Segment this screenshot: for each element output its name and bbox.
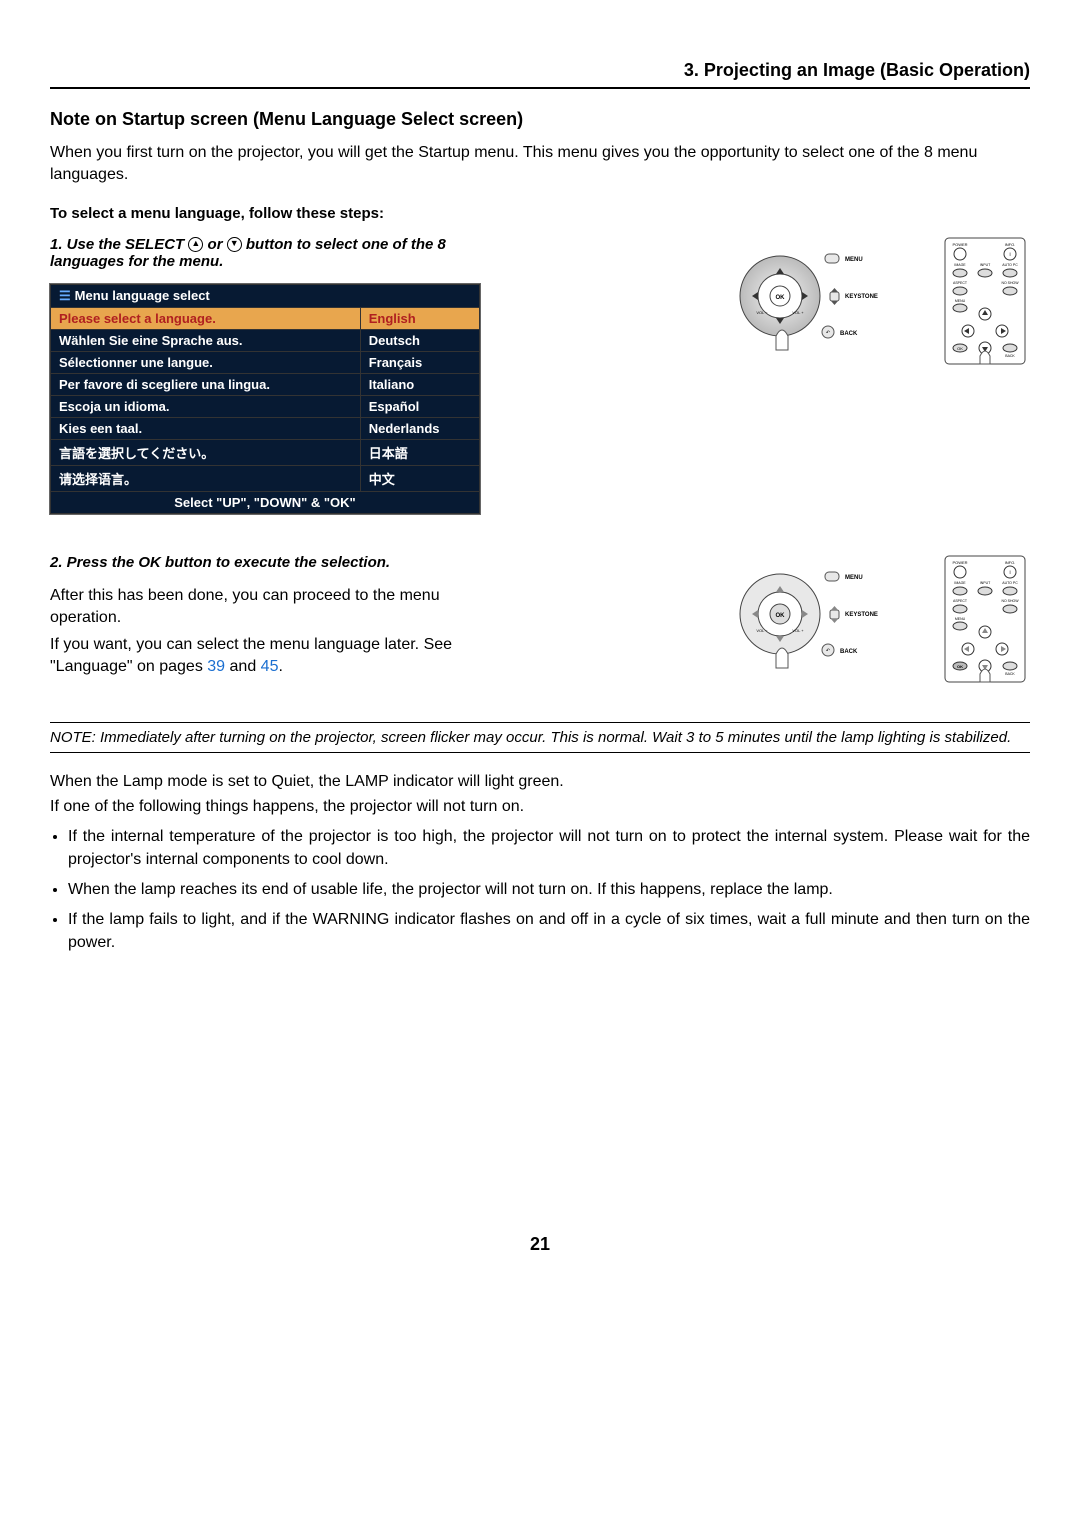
- menu-lang: Italiano: [360, 373, 479, 395]
- svg-text:KEYSTONE: KEYSTONE: [845, 612, 878, 618]
- menu-prompt: Per favore di scegliere una lingua.: [51, 373, 361, 395]
- svg-text:OK: OK: [957, 664, 963, 669]
- remote-diagram: POWER INFO. i IMAGE INPUT AUTO PC ASPECT…: [940, 236, 1030, 366]
- menu-lang: Nederlands: [360, 417, 479, 439]
- remote-diagram-ok: POWER INFO. i IMAGE INPUT AUTO PC ASPECT…: [940, 554, 1030, 684]
- svg-text:↶: ↶: [826, 330, 830, 336]
- menu-button-label: MENU: [845, 257, 863, 263]
- step-2: 2. Press the OK button to execute the se…: [50, 554, 480, 571]
- menu-prompt: Kies een taal.: [51, 417, 361, 439]
- menu-footer: Select "UP", "DOWN" & "OK": [51, 491, 480, 513]
- page-number: 21: [50, 1234, 1030, 1255]
- note-block: NOTE: Immediately after turning on the p…: [50, 722, 1030, 753]
- page-link-45[interactable]: 45: [261, 658, 279, 675]
- svg-text:i: i: [1009, 570, 1010, 576]
- aspect-label: ASPECT: [953, 281, 968, 285]
- svg-text:MENU: MENU: [845, 575, 863, 581]
- lamp-quiet-text: When the Lamp mode is set to Quiet, the …: [50, 771, 1030, 793]
- after-text: After this has been done, you can procee…: [50, 585, 480, 630]
- back-label: BACK: [1005, 354, 1015, 358]
- menu-row: Sélectionner une langue.Français: [51, 351, 480, 373]
- svg-text:AUTO PC: AUTO PC: [1002, 581, 1018, 585]
- menu-lang: 日本語: [360, 439, 479, 465]
- menu-lang: English: [360, 307, 479, 329]
- steps-heading: To select a menu language, follow these …: [50, 205, 1030, 222]
- menu-prompt: Please select a language.: [51, 307, 361, 329]
- bullet-list: If the internal temperature of the proje…: [50, 826, 1030, 954]
- svg-text:INFO.: INFO.: [1005, 560, 1016, 565]
- projector-control-diagram: OK VOL − VOL + MENU KEYSTONE ↶ BACK: [730, 236, 890, 356]
- vol-minus-label: VOL −: [756, 310, 768, 315]
- menu-lang: Français: [360, 351, 479, 373]
- menu-lang: 中文: [360, 465, 479, 491]
- menu-prompt: Escoja un idioma.: [51, 395, 361, 417]
- image-label: IMAGE: [954, 263, 966, 267]
- step-1: 1. Use the SELECT ▲ or ▼ button to selec…: [50, 236, 480, 270]
- later-text-mid: and: [225, 658, 261, 675]
- menu-row: Kies een taal.Nederlands: [51, 417, 480, 439]
- later-text-end: .: [278, 658, 282, 675]
- svg-text:BACK: BACK: [1005, 672, 1015, 676]
- step1-prefix: 1. Use the SELECT: [50, 236, 188, 253]
- intro-text: When you first turn on the projector, yo…: [50, 142, 1030, 187]
- svg-text:BACK: BACK: [840, 649, 858, 655]
- later-text: If you want, you can select the menu lan…: [50, 634, 480, 679]
- menu-row: 请选择语言。中文: [51, 465, 480, 491]
- menu-row-selected: Please select a language.English: [51, 307, 480, 329]
- page-link-39[interactable]: 39: [207, 658, 225, 675]
- menu-title-text: Menu language select: [75, 288, 210, 303]
- power-label: POWER: [952, 242, 967, 247]
- svg-text:POWER: POWER: [952, 560, 967, 565]
- menu-row: Escoja un idioma.Español: [51, 395, 480, 417]
- menu-lang: Deutsch: [360, 329, 479, 351]
- keystone-label: KEYSTONE: [845, 294, 878, 300]
- ok-label: OK: [957, 346, 963, 351]
- svg-text:INPUT: INPUT: [980, 581, 991, 585]
- info-label: INFO.: [1005, 242, 1016, 247]
- bullet-item: When the lamp reaches its end of usable …: [68, 879, 1030, 901]
- menu-icon: ☰: [59, 288, 71, 303]
- svg-text:i: i: [1009, 252, 1010, 258]
- svg-text:VOL +: VOL +: [792, 628, 804, 633]
- svg-text:ASPECT: ASPECT: [953, 599, 968, 603]
- not-turn-on-text: If one of the following things happens, …: [50, 796, 1030, 818]
- chapter-header: 3. Projecting an Image (Basic Operation): [50, 60, 1030, 89]
- svg-text:VOL −: VOL −: [756, 628, 768, 633]
- down-arrow-icon: ▼: [227, 237, 242, 252]
- menu-row: 言語を選択してください。日本語: [51, 439, 480, 465]
- input-label: INPUT: [980, 263, 991, 267]
- language-menu: ☰ Menu language select Please select a la…: [50, 284, 480, 514]
- noshow-label: NO SHOW: [1001, 281, 1019, 285]
- autopc-label: AUTO PC: [1002, 263, 1018, 267]
- menu-prompt: Sélectionner une langue.: [51, 351, 361, 373]
- menu-row: Wählen Sie eine Sprache aus.Deutsch: [51, 329, 480, 351]
- menu-lang: Español: [360, 395, 479, 417]
- svg-text:NO SHOW: NO SHOW: [1001, 599, 1019, 603]
- bullet-item: If the lamp fails to light, and if the W…: [68, 909, 1030, 954]
- bullet-item: If the internal temperature of the proje…: [68, 826, 1030, 871]
- svg-text:MENU: MENU: [955, 617, 966, 621]
- back-button-label: BACK: [840, 331, 858, 337]
- menu-prompt: 请选择语言。: [51, 465, 361, 491]
- svg-text:↶: ↶: [826, 648, 830, 654]
- menu-prompt: 言語を選択してください。: [51, 439, 361, 465]
- step1-mid: or: [203, 236, 226, 253]
- projector-control-diagram-ok: OK VOL − VOL + MENU KEYSTONE ↶ BACK: [730, 554, 890, 674]
- ok-label: OK: [776, 613, 786, 619]
- svg-text:IMAGE: IMAGE: [954, 581, 966, 585]
- menu-label: MENU: [955, 299, 966, 303]
- menu-row: Per favore di scegliere una lingua.Itali…: [51, 373, 480, 395]
- ok-label: OK: [776, 295, 786, 301]
- up-arrow-icon: ▲: [188, 237, 203, 252]
- section-title: Note on Startup screen (Menu Language Se…: [50, 109, 1030, 130]
- menu-title-cell: ☰ Menu language select: [51, 284, 480, 307]
- vol-plus-label: VOL +: [792, 310, 804, 315]
- menu-prompt: Wählen Sie eine Sprache aus.: [51, 329, 361, 351]
